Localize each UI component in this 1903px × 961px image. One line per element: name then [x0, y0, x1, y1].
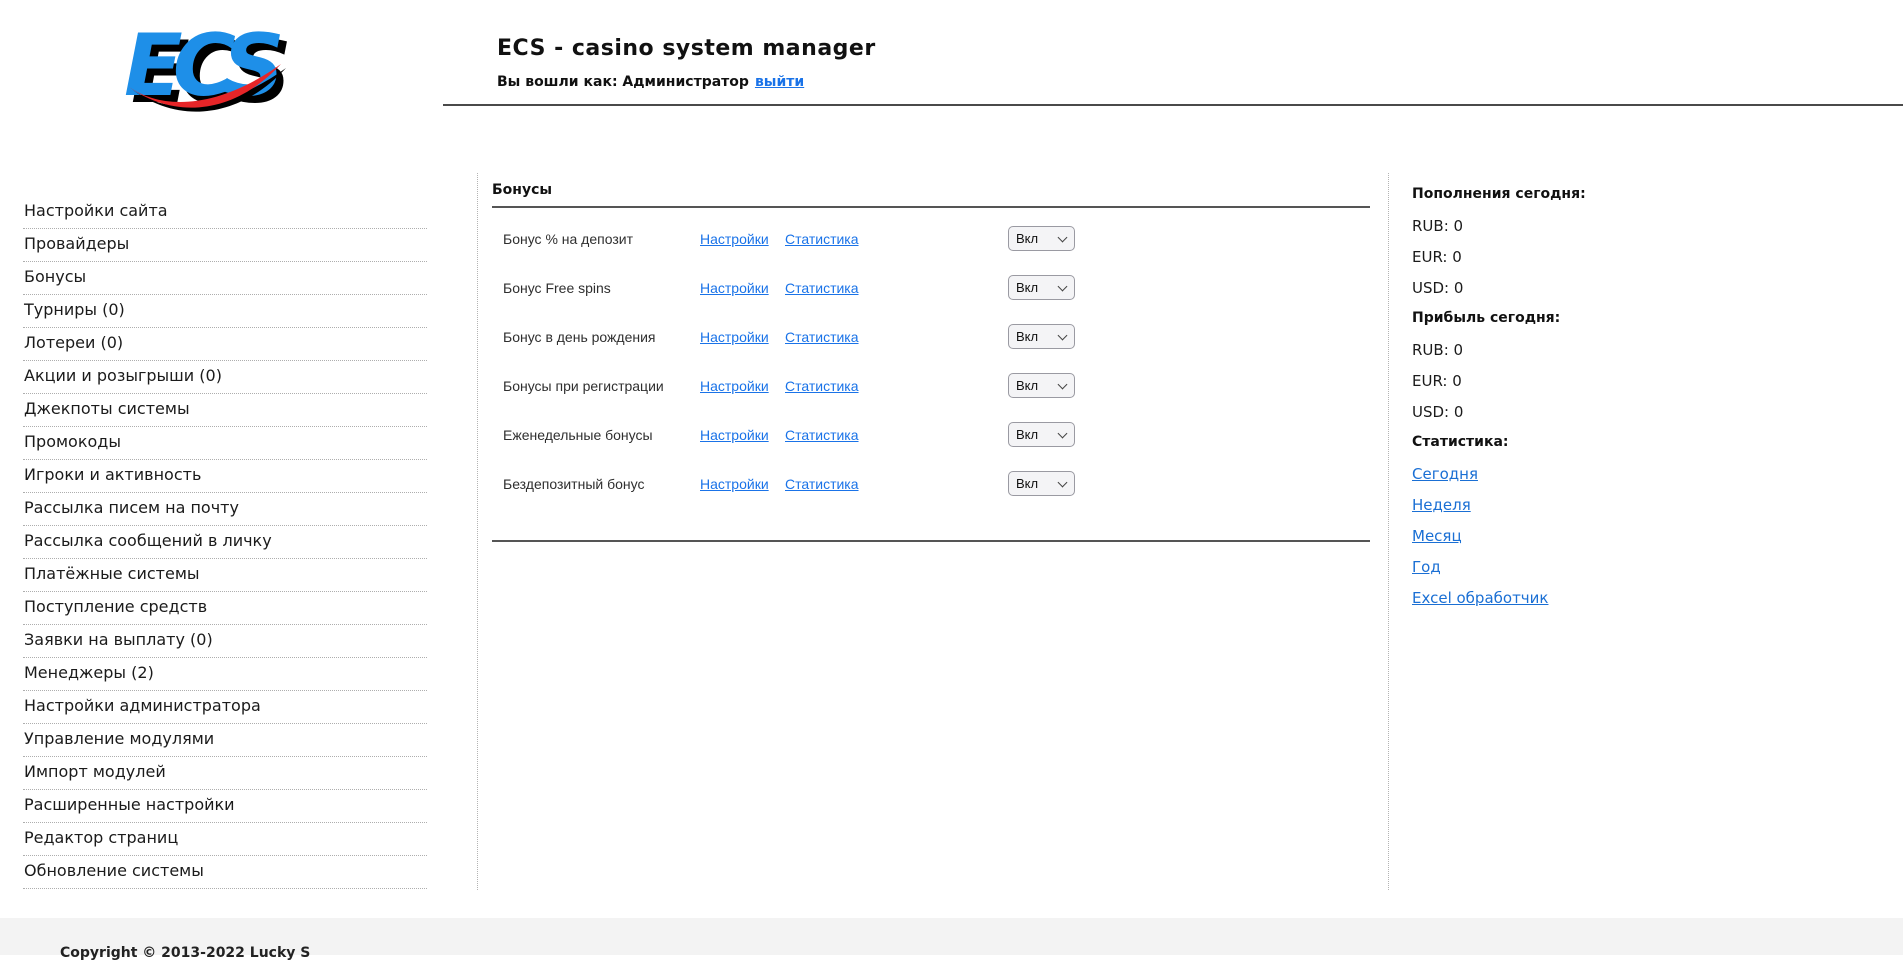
- bonus-label: Еженедельные бонусы: [503, 427, 653, 443]
- deposits-eur-value: EUR: 0: [1412, 248, 1712, 279]
- bonus-label: Бонус в день рождения: [503, 329, 656, 345]
- sidebar-item-pm-mailing[interactable]: Рассылка сообщений в личку: [23, 526, 427, 559]
- bonus-stats-link[interactable]: Статистика: [785, 378, 859, 394]
- bonus-settings-link[interactable]: Настройки: [700, 476, 769, 492]
- copyright-text: Copyright © 2013-2022 Lucky S: [60, 945, 310, 961]
- sidebar-item-tournaments[interactable]: Турниры (0): [23, 295, 427, 328]
- bonus-row-weekly: Еженедельные бонусы Настройки Статистика…: [495, 421, 1375, 470]
- section-title-bonuses: Бонусы: [492, 182, 552, 198]
- footer: Copyright © 2013-2022 Lucky S: [0, 918, 1903, 955]
- bonus-state-select[interactable]: Вкл: [1008, 471, 1075, 496]
- sidebar-item-page-editor[interactable]: Редактор страниц: [23, 823, 427, 856]
- sidebar-item-bonuses[interactable]: Бонусы: [23, 262, 427, 295]
- bonus-row-no-deposit: Бездепозитный бонус Настройки Статистика…: [495, 470, 1375, 519]
- profit-usd-value: USD: 0: [1412, 403, 1712, 434]
- sidebar-menu: Настройки сайта Провайдеры Бонусы Турнир…: [23, 196, 427, 889]
- bonus-settings-link[interactable]: Настройки: [700, 427, 769, 443]
- bonus-settings-link[interactable]: Настройки: [700, 329, 769, 345]
- sidebar-item-promotions[interactable]: Акции и розыгрыши (0): [23, 361, 427, 394]
- bonus-settings-link[interactable]: Настройки: [700, 231, 769, 247]
- sidebar-item-incoming-funds[interactable]: Поступление средств: [23, 592, 427, 625]
- bonus-stats-link[interactable]: Статистика: [785, 427, 859, 443]
- bonus-label: Бонус Free spins: [503, 280, 611, 296]
- bonus-state-select[interactable]: Вкл: [1008, 275, 1075, 300]
- profit-eur-value: EUR: 0: [1412, 372, 1712, 403]
- deposits-today-heading: Пополнения сегодня:: [1412, 186, 1712, 217]
- bonus-stats-link[interactable]: Статистика: [785, 329, 859, 345]
- bonus-row-registration: Бонусы при регистрации Настройки Статист…: [495, 372, 1375, 421]
- bonus-state-select-wrap: Вкл: [1008, 324, 1075, 349]
- bonus-state-select[interactable]: Вкл: [1008, 373, 1075, 398]
- sidebar-item-payout-requests[interactable]: Заявки на выплату (0): [23, 625, 427, 658]
- bonuses-bottom-divider: [492, 540, 1370, 542]
- login-status: Вы вошли как: Администратор выйти: [497, 74, 804, 90]
- bonus-state-select[interactable]: Вкл: [1008, 226, 1075, 251]
- stats-panel: Пополнения сегодня: RUB: 0 EUR: 0 USD: 0…: [1412, 186, 1712, 620]
- bonus-label: Бонус % на депозит: [503, 231, 633, 247]
- bonus-stats-link[interactable]: Статистика: [785, 476, 859, 492]
- bonus-state-select[interactable]: Вкл: [1008, 422, 1075, 447]
- bonus-stats-link[interactable]: Статистика: [785, 280, 859, 296]
- bonus-state-select-wrap: Вкл: [1008, 226, 1075, 251]
- deposits-usd-value: USD: 0: [1412, 279, 1712, 310]
- bonus-row-deposit-percent: Бонус % на депозит Настройки Статистика …: [495, 225, 1375, 274]
- profit-today-heading: Прибыль сегодня:: [1412, 310, 1712, 341]
- logout-link[interactable]: выйти: [755, 74, 804, 90]
- header-divider: [443, 104, 1903, 106]
- sidebar-item-managers[interactable]: Менеджеры (2): [23, 658, 427, 691]
- stats-link-today[interactable]: Сегодня: [1412, 465, 1478, 483]
- bonus-state-select-wrap: Вкл: [1008, 471, 1075, 496]
- bonus-stats-link[interactable]: Статистика: [785, 231, 859, 247]
- bonuses-top-divider: [492, 206, 1370, 208]
- bonus-settings-link[interactable]: Настройки: [700, 280, 769, 296]
- sidebar-item-admin-settings[interactable]: Настройки администратора: [23, 691, 427, 724]
- stats-link-year[interactable]: Год: [1412, 558, 1441, 576]
- ecs-logo[interactable]: ECS ECS: [113, 12, 288, 124]
- bonus-settings-link[interactable]: Настройки: [700, 378, 769, 394]
- sidebar-item-advanced-settings[interactable]: Расширенные настройки: [23, 790, 427, 823]
- statistics-heading: Статистика:: [1412, 434, 1712, 465]
- stats-link-excel[interactable]: Excel обработчик: [1412, 589, 1548, 607]
- sidebar-item-system-update[interactable]: Обновление системы: [23, 856, 427, 889]
- bonus-label: Бездепозитный бонус: [503, 476, 644, 492]
- sidebar-item-module-management[interactable]: Управление модулями: [23, 724, 427, 757]
- bonus-list: Бонус % на депозит Настройки Статистика …: [495, 225, 1375, 519]
- sidebar-item-providers[interactable]: Провайдеры: [23, 229, 427, 262]
- profit-rub-value: RUB: 0: [1412, 341, 1712, 372]
- main-right-separator: [1388, 173, 1389, 890]
- main-left-separator: [477, 173, 478, 890]
- sidebar-item-lotteries[interactable]: Лотереи (0): [23, 328, 427, 361]
- deposits-rub-value: RUB: 0: [1412, 217, 1712, 248]
- stats-link-month[interactable]: Месяц: [1412, 527, 1462, 545]
- bonus-row-birthday: Бонус в день рождения Настройки Статисти…: [495, 323, 1375, 372]
- sidebar-item-players-activity[interactable]: Игроки и активность: [23, 460, 427, 493]
- bonus-state-select-wrap: Вкл: [1008, 422, 1075, 447]
- sidebar-item-promocodes[interactable]: Промокоды: [23, 427, 427, 460]
- sidebar-item-jackpots[interactable]: Джекпоты системы: [23, 394, 427, 427]
- bonus-state-select-wrap: Вкл: [1008, 275, 1075, 300]
- login-status-text: Вы вошли как: Администратор: [497, 74, 749, 90]
- page-title: ECS - casino system manager: [497, 36, 876, 61]
- stats-link-week[interactable]: Неделя: [1412, 496, 1471, 514]
- sidebar-item-site-settings[interactable]: Настройки сайта: [23, 196, 427, 229]
- sidebar-item-email-mailing[interactable]: Рассылка писем на почту: [23, 493, 427, 526]
- bonus-state-select[interactable]: Вкл: [1008, 324, 1075, 349]
- sidebar-item-payment-systems[interactable]: Платёжные системы: [23, 559, 427, 592]
- bonus-row-free-spins: Бонус Free spins Настройки Статистика Вк…: [495, 274, 1375, 323]
- sidebar-item-module-import[interactable]: Импорт модулей: [23, 757, 427, 790]
- bonus-label: Бонусы при регистрации: [503, 378, 664, 394]
- bonus-state-select-wrap: Вкл: [1008, 373, 1075, 398]
